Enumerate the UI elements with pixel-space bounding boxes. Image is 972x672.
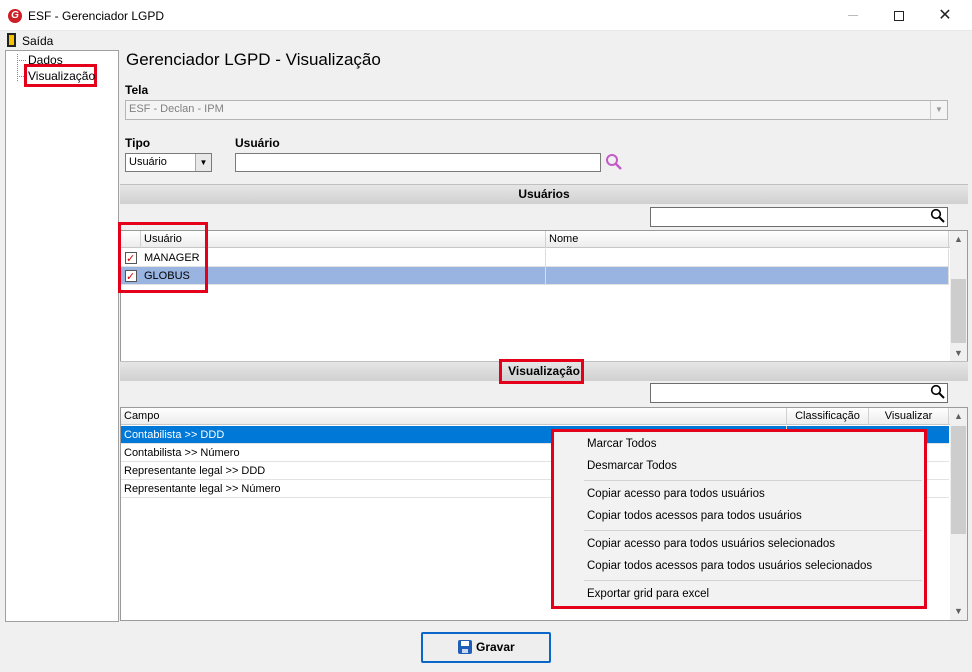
minimize-button[interactable]: [830, 0, 876, 31]
app-logo-icon: G: [8, 9, 22, 23]
table-row[interactable]: GLOBUS: [121, 267, 949, 286]
chevron-down-icon[interactable]: ▼: [195, 154, 211, 171]
table-row[interactable]: MANAGER: [121, 249, 949, 268]
usuario-label: Usuário: [235, 136, 280, 150]
menu-separator: [584, 530, 922, 531]
tree-item-visualizacao[interactable]: Visualização: [28, 69, 95, 83]
menu-bar: [0, 31, 972, 50]
page-title: Gerenciador LGPD - Visualização: [126, 50, 381, 69]
menu-item-copiar-acesso-todos[interactable]: Copiar acesso para todos usuários: [587, 488, 765, 500]
scroll-up-icon[interactable]: ▲: [950, 408, 967, 425]
section-title: Usuários: [518, 187, 570, 201]
menu-item-marcar-todos[interactable]: Marcar Todos: [587, 438, 656, 450]
grid-header: Usuário Nome: [121, 231, 950, 248]
column-header-visualizar[interactable]: Visualizar: [869, 408, 949, 425]
menu-item-exportar-excel[interactable]: Exportar grid para excel: [587, 588, 709, 600]
menu-item-copiar-todos-acessos-selecionados[interactable]: Copiar todos acessos para todos usuários…: [587, 560, 872, 572]
menu-separator: [584, 480, 922, 481]
window-title: ESF - Gerenciador LGPD: [28, 9, 165, 23]
scrollbar-thumb[interactable]: [951, 279, 966, 343]
maximize-button[interactable]: [876, 0, 922, 31]
close-button[interactable]: ✕: [922, 0, 968, 31]
nome-cell: [546, 249, 949, 267]
close-icon: ✕: [938, 7, 952, 24]
tela-label: Tela: [125, 83, 149, 97]
grid-header: Campo Classificação Visualizar: [121, 408, 950, 425]
scrollbar-thumb[interactable]: [951, 426, 966, 534]
menu-item-copiar-acesso-selecionados[interactable]: Copiar acesso para todos usuários seleci…: [587, 538, 835, 550]
tipo-label: Tipo: [125, 136, 151, 150]
scroll-down-icon[interactable]: ▼: [950, 603, 967, 620]
menu-separator: [584, 580, 922, 581]
search-icon[interactable]: [605, 153, 623, 171]
highlight-box: [499, 359, 584, 384]
visualizacao-search-input[interactable]: [650, 383, 948, 403]
tela-select[interactable]: ESF - Declan - IPM: [125, 100, 948, 120]
minimize-icon: [848, 15, 858, 17]
column-header-campo[interactable]: Campo: [121, 408, 787, 425]
usuarios-grid: Usuário Nome MANAGER GLOBUS ▲ ▼: [120, 230, 968, 363]
search-icon[interactable]: [930, 384, 946, 400]
maximize-icon: [894, 10, 904, 21]
chevron-down-icon[interactable]: ▼: [930, 101, 947, 119]
vertical-scrollbar[interactable]: ▲ ▼: [950, 231, 967, 362]
menu-item-exit[interactable]: Saída: [22, 34, 53, 48]
vertical-scrollbar[interactable]: ▲ ▼: [950, 408, 967, 620]
scroll-up-icon[interactable]: ▲: [950, 231, 967, 248]
column-header-classificacao[interactable]: Classificação: [787, 408, 869, 425]
highlight-box: [118, 222, 208, 293]
nome-cell: [546, 267, 949, 285]
column-header-nome[interactable]: Nome: [546, 231, 949, 248]
menu-item-copiar-todos-acessos-todos[interactable]: Copiar todos acessos para todos usuários: [587, 510, 802, 522]
exit-door-icon: [7, 33, 16, 47]
context-menu: Marcar Todos Desmarcar Todos Copiar aces…: [551, 429, 927, 609]
save-button-label: Gravar: [476, 640, 515, 654]
tree-connector: [17, 60, 26, 61]
search-icon[interactable]: [930, 208, 946, 224]
menu-item-desmarcar-todos[interactable]: Desmarcar Todos: [587, 460, 677, 472]
usuario-input[interactable]: [235, 153, 601, 172]
scroll-down-icon[interactable]: ▼: [950, 345, 967, 362]
floppy-disk-icon: [458, 640, 472, 654]
usuarios-section-header: Usuários: [120, 184, 968, 204]
usuarios-search-input[interactable]: [650, 207, 948, 227]
navigation-tree: [5, 50, 119, 622]
